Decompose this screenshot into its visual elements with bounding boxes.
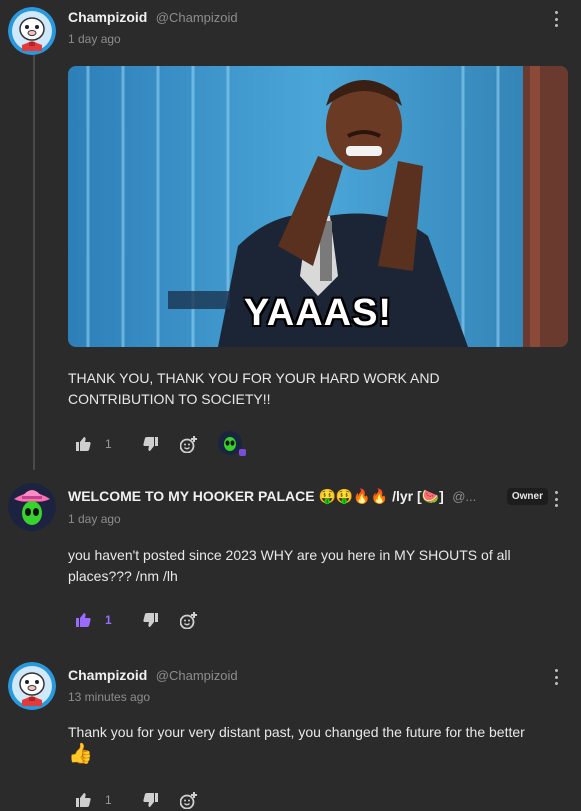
- timestamp: 1 day ago: [68, 32, 121, 46]
- avatar[interactable]: [8, 483, 56, 531]
- comment-text-content: Thank you for your very distant past, yo…: [68, 724, 525, 740]
- thumbs-down-icon: [143, 793, 158, 807]
- avatar[interactable]: [8, 7, 56, 55]
- dislike-button[interactable]: [143, 793, 158, 807]
- thumbs-down-icon: [143, 437, 158, 451]
- add-reaction-icon: [180, 791, 197, 809]
- author-name[interactable]: Champizoid: [68, 9, 147, 25]
- add-reaction-icon: [180, 435, 197, 453]
- add-reaction-icon: [180, 611, 197, 629]
- author-handle[interactable]: @Champizoid: [156, 668, 238, 683]
- dislike-button[interactable]: [143, 437, 158, 451]
- add-reaction-button[interactable]: [180, 435, 198, 453]
- comment-actions: 1: [76, 610, 198, 630]
- comment-actions: 1: [76, 790, 198, 810]
- gif-image[interactable]: YAAAS!: [68, 66, 568, 347]
- thumbs-up-icon: [76, 613, 91, 627]
- gif-caption: YAAAS!: [243, 292, 393, 334]
- timestamp: 13 minutes ago: [68, 690, 151, 704]
- comment-text: you haven't posted since 2023 WHY are yo…: [68, 547, 511, 584]
- author-name[interactable]: Champizoid: [68, 667, 147, 683]
- comment-actions: 1: [76, 431, 248, 457]
- thumbs-up-emoji: 👍: [68, 741, 93, 765]
- comment-text: THANK YOU, THANK YOU FOR YOUR HARD WORK …: [68, 370, 440, 407]
- add-reaction-button[interactable]: [180, 791, 198, 809]
- more-vertical-icon[interactable]: [555, 669, 559, 685]
- like-button[interactable]: 1: [76, 613, 125, 627]
- like-button[interactable]: 1: [76, 437, 125, 451]
- like-button[interactable]: 1: [76, 793, 125, 807]
- author-handle[interactable]: @Champizoid: [156, 10, 238, 25]
- more-vertical-icon[interactable]: [555, 491, 559, 507]
- like-count: 1: [105, 613, 112, 627]
- owner-badge: Owner: [506, 488, 548, 505]
- thumbs-up-icon: [76, 793, 91, 807]
- thread-line: [33, 50, 35, 470]
- author-name[interactable]: WELCOME TO MY HOOKER PALACE 🤑🤑🔥🔥 /lyr [🍉…: [68, 488, 444, 504]
- add-reaction-button[interactable]: [180, 611, 198, 629]
- avatar[interactable]: [8, 662, 56, 710]
- thumbs-down-icon: [143, 613, 158, 627]
- timestamp: 1 day ago: [68, 512, 121, 526]
- like-count: 1: [105, 437, 112, 451]
- more-vertical-icon[interactable]: [555, 11, 559, 27]
- comment-text: Thank you for your very distant past, yo…: [68, 722, 573, 766]
- reaction-alien-icon[interactable]: [218, 431, 248, 457]
- like-count: 1: [105, 793, 112, 807]
- thumbs-up-icon: [76, 437, 91, 451]
- dislike-button[interactable]: [143, 613, 158, 627]
- author-handle[interactable]: @...: [452, 489, 476, 504]
